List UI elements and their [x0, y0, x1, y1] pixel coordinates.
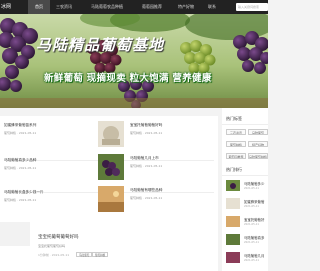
featured-tag[interactable]: 马陆葡萄 — [76, 252, 93, 257]
article-list: 如蜜蜂采葡萄苗系列 葡萄种植 · 2021-05-11 宝宝托葡萄葡萄好吗 葡萄… — [0, 116, 218, 271]
hero-banner[interactable]: 马陆精品葡萄基地 新鲜葡萄 现摘现卖 粒大饱满 营养健康 — [0, 14, 268, 108]
rank-item[interactable]: 马陆葡萄多少 2021-05-11 — [226, 180, 268, 200]
article-card[interactable]: 如蜜蜂采葡萄苗系列 葡萄种植 · 2021-05-11 — [4, 121, 94, 157]
section-divider — [222, 124, 268, 125]
rank-date: 2021-05-11 — [244, 223, 260, 226]
article-meta: 葡萄种植 · 2021-05-11 — [130, 131, 163, 135]
rank-title[interactable]: 马陆葡萄多少 — [244, 181, 264, 186]
article-card[interactable]: 宝宝托葡萄葡萄好吗 葡萄种植 · 2021-05-11 — [98, 121, 218, 157]
article-title[interactable]: 宝宝托葡萄葡萄好吗 — [130, 123, 162, 128]
featured-article[interactable]: 宝宝托葡萄葡萄好吗 宝宝托葡萄葡萄好吗 1分钟前 · 2021-05-11 马陆… — [0, 222, 218, 271]
rank-thumbnail[interactable] — [226, 180, 240, 191]
rank-item[interactable]: 马陆葡萄真多 2021-05-11 — [226, 234, 268, 254]
featured-title[interactable]: 宝宝托葡萄葡萄好吗 — [38, 234, 79, 240]
rank-date: 2021-05-11 — [244, 205, 260, 208]
nav-item-planting[interactable]: 马陆葡萄农品种植 — [80, 0, 134, 14]
featured-tag[interactable]: 葡萄种植 — [92, 252, 109, 257]
nav-item-home[interactable]: 首页 — [28, 0, 50, 14]
section-divider — [222, 175, 268, 176]
rank-date: 2021-05-11 — [244, 187, 260, 190]
article-title[interactable]: 马陆葡萄几月上市 — [130, 156, 159, 161]
nav-item-recommend[interactable]: 葡萄园推荐 — [136, 0, 168, 14]
article-meta: 葡萄种植 · 2021-05-11 — [130, 196, 163, 200]
article-meta: 葡萄种植 · 2021-05-11 — [130, 164, 163, 168]
hot-tags-title: 热门标签 — [226, 116, 242, 121]
article-meta: 葡萄种植 · 2021-05-11 — [4, 166, 37, 170]
article-thumbnail[interactable] — [98, 154, 124, 180]
tag-chip[interactable]: 三农资讯 — [226, 129, 246, 135]
rank-date: 2021-05-11 — [244, 259, 260, 262]
banner-title: 马陆精品葡萄基地 — [36, 36, 165, 54]
banner-slogan: 新鲜葡萄 现摘现卖 粒大饱满 营养健康 — [44, 73, 212, 84]
rank-thumbnail[interactable] — [226, 234, 240, 245]
article-title[interactable]: 马陆葡萄长盒多少钱一斤 — [4, 190, 44, 195]
article-thumbnail[interactable] — [98, 121, 124, 147]
sidebar: 热门标签 三农资讯 马陆葡萄 葡萄种植 特产好物 葡萄园推荐 马陆葡萄种植 热门… — [222, 108, 268, 271]
tag-chip[interactable]: 马陆葡萄 — [248, 129, 268, 135]
featured-meta: 1分钟前 · 2021-05-11 — [38, 253, 70, 257]
article-thumbnail[interactable] — [98, 186, 124, 212]
tag-chip[interactable]: 特产好物 — [248, 141, 268, 147]
nav-item-contact[interactable]: 联系 — [204, 0, 220, 14]
search-input[interactable]: 输入关键词搜索 — [236, 3, 268, 11]
featured-desc: 宝宝托葡萄葡萄好吗 — [38, 244, 66, 248]
rank-title[interactable]: 马陆葡萄真多 — [244, 235, 264, 240]
hot-rank-title: 热门排行 — [226, 167, 242, 172]
article-card[interactable]: 马陆葡萄有哪些品种 葡萄种植 · 2021-05-11 — [98, 186, 218, 222]
nav-item-news[interactable]: 三农资讯 — [52, 0, 76, 14]
tag-chip[interactable]: 葡萄种植 — [226, 141, 246, 147]
tag-chip[interactable]: 马陆葡萄种植 — [248, 153, 268, 159]
rank-item[interactable]: 如蜜蜂采葡萄 2021-05-11 — [226, 198, 268, 218]
rank-thumbnail[interactable] — [226, 252, 240, 263]
rank-title[interactable]: 马陆葡萄几月 — [244, 253, 264, 258]
rank-item[interactable]: 马陆葡萄几月 2021-05-11 — [226, 252, 268, 271]
article-card[interactable]: 马陆葡萄长盒多少钱一斤 葡萄种植 · 2021-05-11 — [4, 188, 94, 224]
nav-item-specialty[interactable]: 特产好物 — [172, 0, 200, 14]
article-title[interactable]: 如蜜蜂采葡萄苗系列 — [4, 123, 36, 128]
rank-thumbnail[interactable] — [226, 216, 240, 227]
featured-thumbnail[interactable] — [0, 222, 30, 246]
article-meta: 葡萄种植 · 2021-05-11 — [4, 198, 37, 202]
rank-title[interactable]: 宝宝托葡萄好 — [244, 217, 264, 222]
article-card[interactable]: 马陆葡萄真多少品种 葡萄种植 · 2021-05-11 — [4, 156, 94, 192]
rank-date: 2021-05-11 — [244, 241, 260, 244]
rank-thumbnail[interactable] — [226, 198, 240, 209]
site-logo[interactable]: 冰网 — [0, 0, 11, 14]
article-card[interactable]: 马陆葡萄几月上市 葡萄种植 · 2021-05-11 — [98, 154, 218, 190]
tag-chip[interactable]: 葡萄园推荐 — [226, 153, 246, 159]
top-navbar: 冰网 首页 三农资讯 马陆葡萄农品种植 葡萄园推荐 特产好物 联系 输入关键词搜… — [0, 0, 268, 14]
article-meta: 葡萄种植 · 2021-05-11 — [4, 131, 37, 135]
article-title[interactable]: 马陆葡萄真多少品种 — [4, 158, 36, 163]
rank-title[interactable]: 如蜜蜂采葡萄 — [244, 199, 264, 204]
rank-item[interactable]: 宝宝托葡萄好 2021-05-11 — [226, 216, 268, 236]
article-title[interactable]: 马陆葡萄有哪些品种 — [130, 188, 162, 193]
grape-photo — [0, 14, 268, 108]
